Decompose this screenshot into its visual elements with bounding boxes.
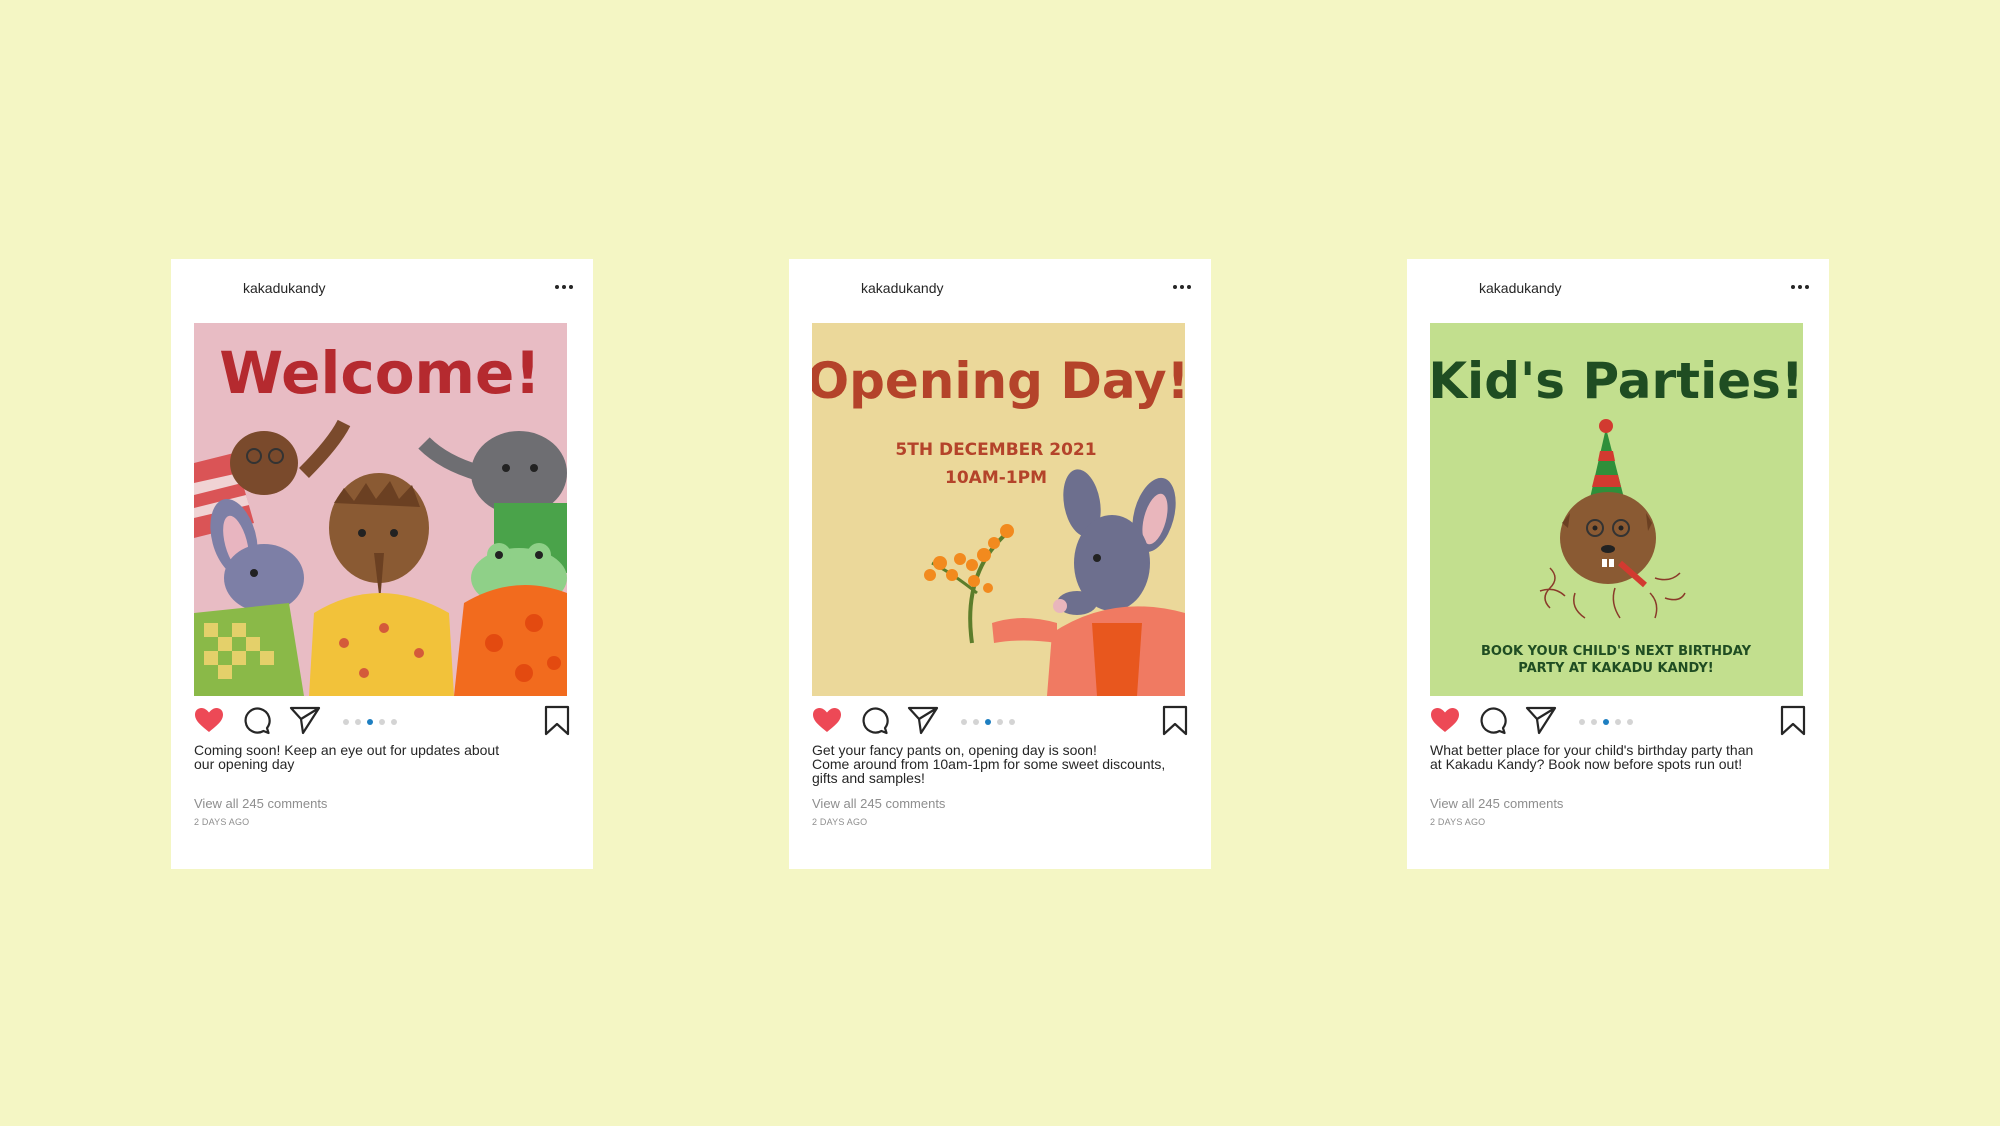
image-subline-1: BOOK YOUR CHILD'S NEXT BIRTHDAY bbox=[1481, 644, 1752, 659]
post-header: kakadukandy bbox=[789, 259, 1211, 319]
bookmark-icon[interactable] bbox=[543, 705, 571, 737]
kids-parties-illustration: Kid's Parties! BOOK YOUR CHILD'S NEXT BI… bbox=[1430, 323, 1803, 696]
username[interactable]: kakadukandy bbox=[243, 280, 326, 296]
more-icon[interactable] bbox=[555, 285, 573, 289]
image-time: 10AM-1PM bbox=[945, 468, 1047, 488]
post-actions bbox=[193, 705, 573, 737]
image-date: 5TH DECEMBER 2021 bbox=[895, 440, 1096, 460]
heart-icon[interactable] bbox=[1429, 705, 1461, 735]
post-image[interactable]: Opening Day! 5TH DECEMBER 2021 10AM-1PM bbox=[812, 323, 1185, 696]
image-headline: Opening Day! bbox=[812, 352, 1185, 410]
carousel-indicator bbox=[961, 719, 1015, 725]
opening-day-illustration: Opening Day! 5TH DECEMBER 2021 10AM-1PM bbox=[812, 323, 1185, 696]
send-icon[interactable] bbox=[289, 705, 321, 735]
heart-icon[interactable] bbox=[811, 705, 843, 735]
post-caption: Coming soon! Keep an eye out for updates… bbox=[194, 742, 500, 772]
image-subline-2: PARTY AT KAKADU KANDY! bbox=[1518, 661, 1713, 676]
post-timestamp: 2 DAYS AGO bbox=[1430, 817, 1486, 827]
image-headline: Kid's Parties! bbox=[1430, 352, 1803, 410]
comment-icon[interactable] bbox=[859, 705, 889, 735]
post-caption: Get your fancy pants on, opening day is … bbox=[812, 742, 1166, 786]
view-comments-link[interactable]: View all 245 comments bbox=[194, 796, 327, 811]
carousel-indicator bbox=[343, 719, 397, 725]
more-icon[interactable] bbox=[1791, 285, 1809, 289]
comment-icon[interactable] bbox=[1477, 705, 1507, 735]
view-comments-link[interactable]: View all 245 comments bbox=[812, 796, 945, 811]
post-image[interactable]: Welcome! bbox=[194, 323, 567, 696]
carousel-indicator bbox=[1579, 719, 1633, 725]
username[interactable]: kakadukandy bbox=[1479, 280, 1562, 296]
welcome-illustration: Welcome! bbox=[194, 323, 567, 696]
post-timestamp: 2 DAYS AGO bbox=[194, 817, 250, 827]
post-header: kakadukandy bbox=[1407, 259, 1829, 319]
post-card-kids-parties: kakadukandy Kid's Parties! BOOK YOUR CHI… bbox=[1407, 259, 1829, 869]
send-icon[interactable] bbox=[907, 705, 939, 735]
more-icon[interactable] bbox=[1173, 285, 1191, 289]
post-image[interactable]: Kid's Parties! BOOK YOUR CHILD'S NEXT BI… bbox=[1430, 323, 1803, 696]
send-icon[interactable] bbox=[1525, 705, 1557, 735]
username[interactable]: kakadukandy bbox=[861, 280, 944, 296]
post-caption: What better place for your child's birth… bbox=[1430, 742, 1754, 772]
view-comments-link[interactable]: View all 245 comments bbox=[1430, 796, 1563, 811]
post-card-opening-day: kakadukandy Opening Day! 5TH DECEMBER 20… bbox=[789, 259, 1211, 869]
post-timestamp: 2 DAYS AGO bbox=[812, 817, 868, 827]
heart-icon[interactable] bbox=[193, 705, 225, 735]
bookmark-icon[interactable] bbox=[1779, 705, 1807, 737]
post-actions bbox=[811, 705, 1191, 737]
comment-icon[interactable] bbox=[241, 705, 271, 735]
bookmark-icon[interactable] bbox=[1161, 705, 1189, 737]
post-card-welcome: kakadukandy Welcome! Coming soon! Keep a… bbox=[171, 259, 593, 869]
post-actions bbox=[1429, 705, 1809, 737]
image-headline: Welcome! bbox=[219, 339, 541, 407]
post-header: kakadukandy bbox=[171, 259, 593, 319]
